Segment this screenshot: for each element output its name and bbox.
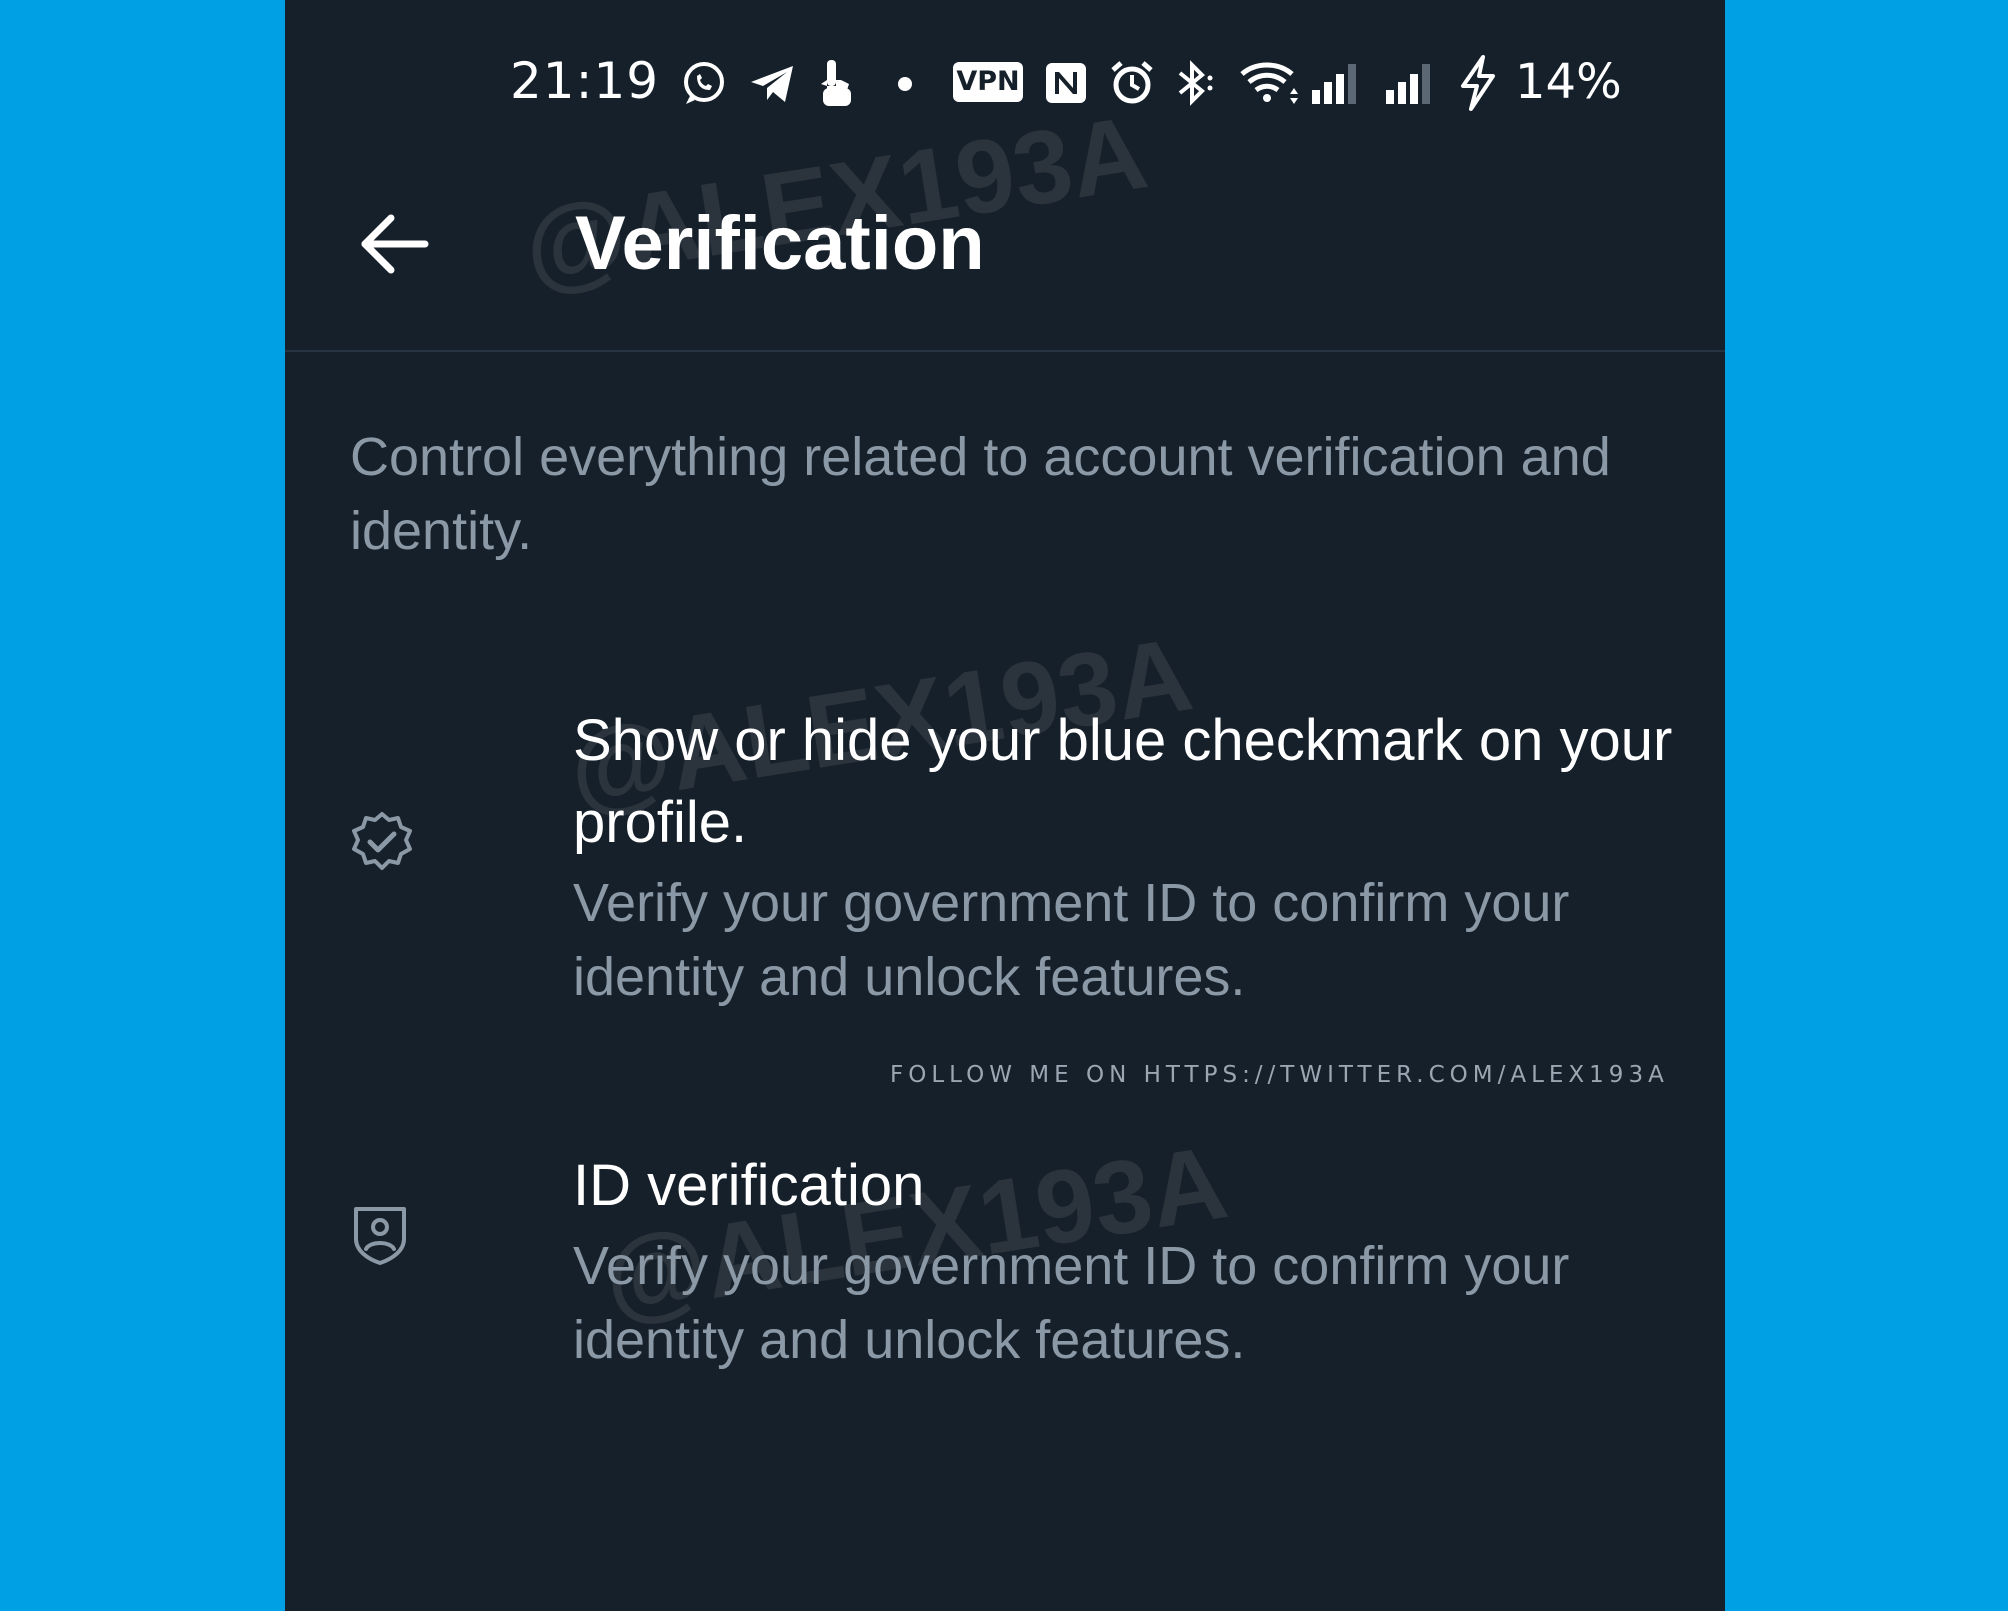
setting-item-title: ID verification (573, 1153, 925, 1218)
whatsapp-icon (678, 58, 728, 110)
vpn-badge: VPN (953, 62, 1023, 102)
alarm-icon (1109, 60, 1155, 112)
setting-item-subtitle: Verify your government ID to confirm you… (573, 873, 1570, 1007)
setting-item-id-verification[interactable]: ID verification Verify your government I… (285, 1145, 1725, 1385)
setting-item-blue-checkmark[interactable]: Show or hide your blue checkmark on your… (285, 700, 1725, 1020)
wifi-icon (1238, 60, 1300, 112)
battery-percentage: 14% (1515, 54, 1622, 110)
verified-badge-icon (350, 810, 414, 874)
shield-person-icon (350, 1203, 414, 1267)
nfc-icon (1045, 62, 1087, 114)
setting-item-title: Show or hide your blue checkmark on your… (573, 708, 1673, 855)
signal-icon (1384, 60, 1438, 112)
back-button[interactable] (355, 204, 435, 284)
app-header: Verification (285, 170, 1725, 352)
telegram-icon (747, 58, 799, 110)
setting-item-text: Show or hide your blue checkmark on your… (573, 700, 1683, 1014)
follow-note: FOLLOW ME ON HTTPS://TWITTER.COM/ALEX193… (890, 1062, 1669, 1088)
arrow-left-icon (355, 214, 435, 288)
setting-item-text: ID verification Verify your government I… (573, 1145, 1683, 1377)
charging-icon (1457, 54, 1499, 111)
touch-icon (815, 58, 859, 110)
dot-icon (897, 76, 913, 128)
page-title: Verification (575, 201, 985, 286)
signal-icon (1310, 60, 1364, 112)
status-bar: 21:19 VPN 14% (285, 0, 1725, 170)
status-time: 21:19 (510, 52, 660, 110)
section-description: Control everything related to account ve… (350, 427, 1611, 561)
setting-item-subtitle: Verify your government ID to confirm you… (573, 1236, 1570, 1370)
app-screen: 21:19 VPN 14% Verification @ALEX193A @AL… (285, 0, 1725, 1611)
bluetooth-icon (1172, 58, 1220, 110)
